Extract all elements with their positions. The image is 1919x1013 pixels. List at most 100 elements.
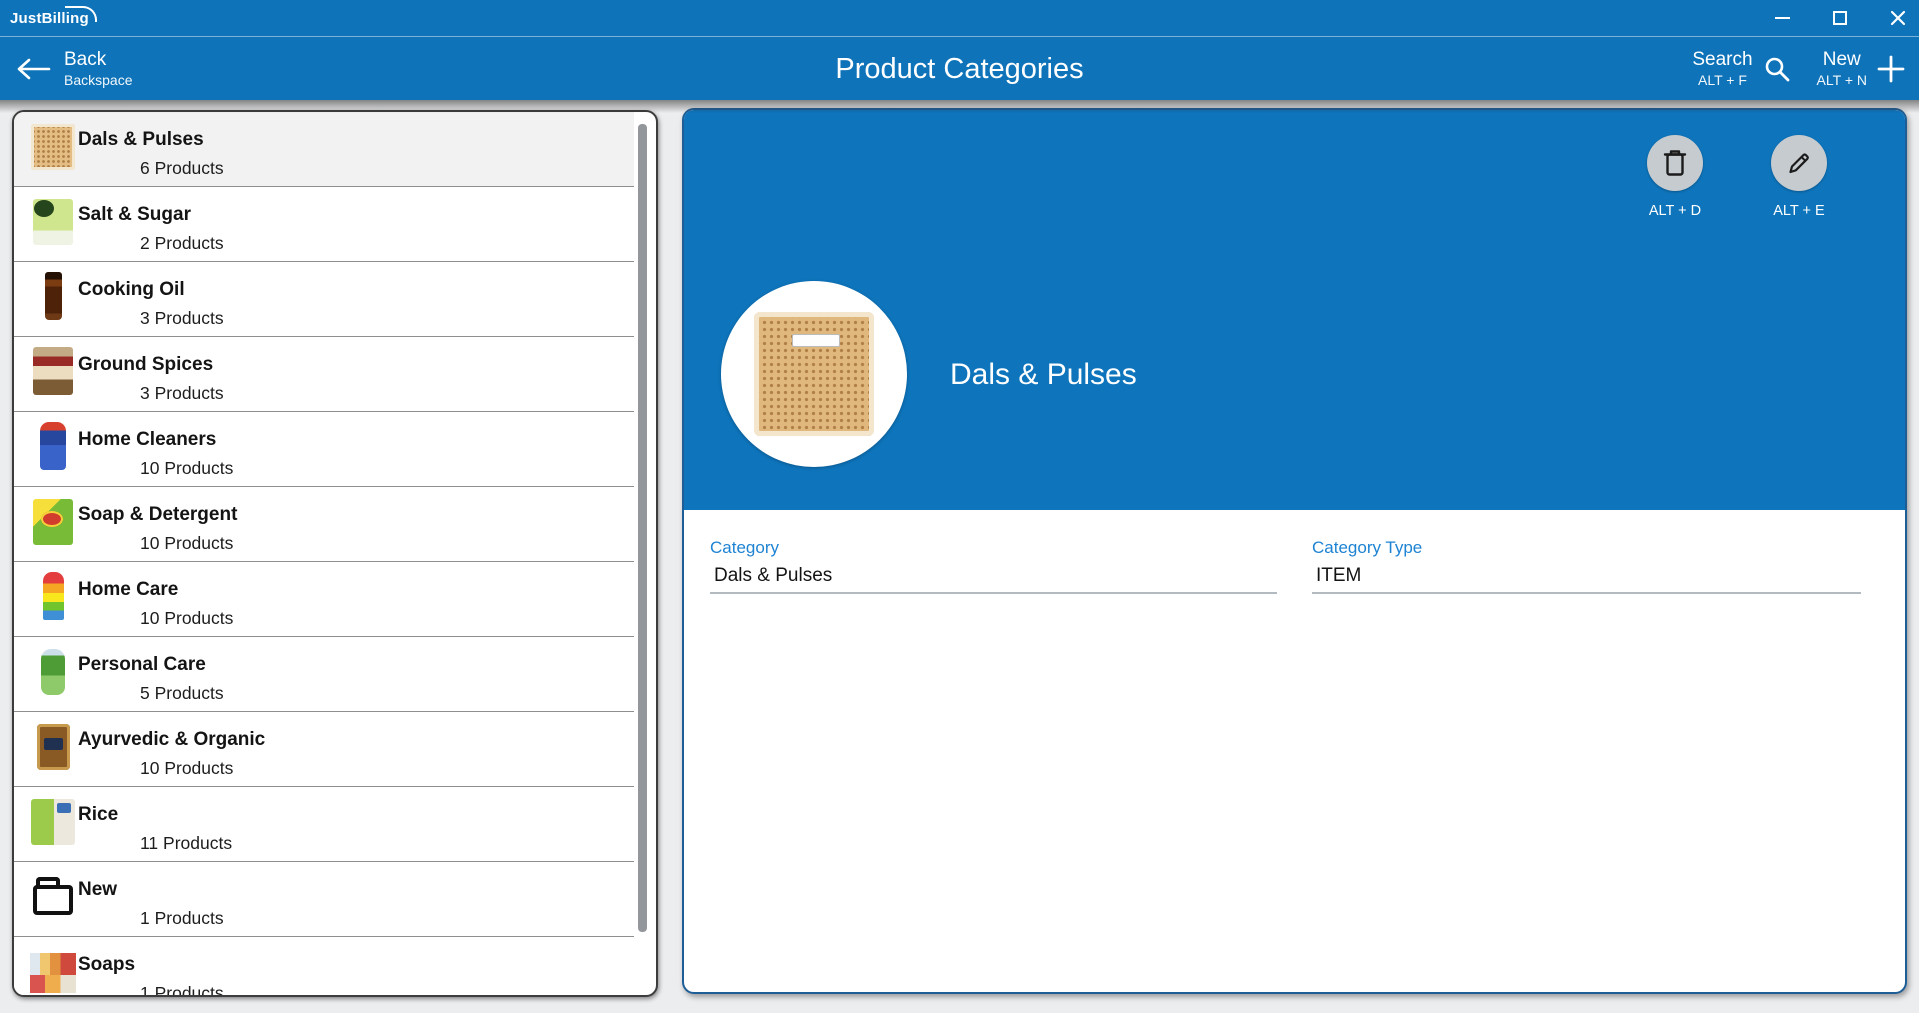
search-button[interactable]: Search ALT + F [1692,49,1790,89]
search-shortcut: ALT + F [1698,71,1747,89]
trash-icon [1661,148,1689,178]
window-titlebar: JustBilling [0,0,1919,36]
cooking-oil-icon [45,272,62,320]
category-count: 3 Products [140,383,224,403]
category-list-item-rice[interactable]: Rice 11 Products [14,787,634,862]
maximize-button[interactable] [1825,3,1855,33]
ayurvedic-icon [37,724,70,770]
category-list-item-ayurvedic[interactable]: Ayurvedic & Organic 10 Products [14,712,634,787]
back-label: Back [64,49,132,71]
category-count: 10 Products [140,758,265,778]
category-name: Salt & Sugar [78,204,224,226]
dals-bag-image [754,312,874,436]
category-list-item-home-cleaners[interactable]: Home Cleaners 10 Products [14,412,634,487]
search-label: Search [1692,49,1752,71]
delete-shortcut: ALT + D [1649,203,1701,219]
page-title: Product Categories [0,37,1919,101]
home-cleaners-icon [40,422,66,470]
app-logo: JustBilling [10,10,99,27]
category-name: Dals & Pulses [78,129,224,151]
header-shadow [0,100,1919,113]
category-list-item-salt-sugar[interactable]: Salt & Sugar 2 Products [14,187,634,262]
category-name: Rice [78,804,232,826]
minimize-button[interactable] [1767,3,1797,33]
category-list-item-ground-spices[interactable]: Ground Spices 3 Products [14,337,634,412]
close-icon [1889,9,1907,27]
category-count: 10 Products [140,533,237,553]
category-count: 11 Products [140,833,232,853]
category-name: Soap & Detergent [78,504,237,526]
close-button[interactable] [1883,3,1913,33]
home-care-icon [43,572,64,620]
category-thumbnail [30,122,76,182]
category-list-item-new-folder[interactable]: New 1 Products [14,862,634,937]
category-thumbnail [30,797,76,857]
nav-bar: Back Backspace Product Categories Search… [0,36,1919,100]
search-icon [1763,55,1791,83]
category-count: 2 Products [140,233,224,253]
pencil-icon [1785,149,1813,177]
ground-spices-icon [33,347,73,395]
category-list-item-soaps[interactable]: Soaps 1 Products [14,937,634,997]
new-shortcut: ALT + N [1817,71,1867,89]
category-thumbnail [30,272,76,332]
category-list-item-personal-care[interactable]: Personal Care 5 Products [14,637,634,712]
edit-shortcut: ALT + E [1773,203,1824,219]
category-count: 6 Products [140,158,224,178]
category-name: Cooking Oil [78,279,224,301]
maximize-icon [1833,11,1847,25]
edit-button[interactable]: ALT + E [1756,135,1842,219]
category-type-field-underline [1312,592,1861,594]
rice-icon [31,799,75,845]
category-count: 5 Products [140,683,224,703]
category-thumbnail [30,347,76,407]
category-count: 3 Products [140,308,224,328]
category-thumbnail [30,422,76,482]
category-list-panel: Dals & Pulses 6 Products Salt & Sugar 2 … [12,110,658,997]
category-detail-panel: ALT + D ALT + E Dals & Pulses Category D… [682,108,1907,994]
soap-detergent-icon [33,499,73,545]
new-label: New [1823,49,1861,71]
back-shortcut: Backspace [64,71,132,89]
category-thumbnail [30,197,76,257]
back-arrow-icon [16,56,52,82]
category-list-item-home-care[interactable]: Home Care 10 Products [14,562,634,637]
detail-title: Dals & Pulses [950,358,1137,392]
category-list-item-dals[interactable]: Dals & Pulses 6 Products [14,112,634,187]
category-count: 10 Products [140,458,233,478]
category-thumbnail [30,722,76,782]
category-count: 1 Products [140,983,224,997]
category-list-item-cooking-oil[interactable]: Cooking Oil 3 Products [14,262,634,337]
minimize-icon [1775,17,1790,19]
category-list-item-soap-detergent[interactable]: Soap & Detergent 10 Products [14,487,634,562]
personal-care-icon [41,649,65,695]
back-button[interactable]: Back Backspace [16,37,132,101]
category-name: Home Cleaners [78,429,233,451]
delete-button[interactable]: ALT + D [1632,135,1718,219]
category-count: 10 Products [140,608,233,628]
category-thumbnail [30,572,76,632]
category-name: New [78,879,224,901]
category-image [721,281,907,467]
category-list: Dals & Pulses 6 Products Salt & Sugar 2 … [14,112,634,997]
salt-sugar-icon [33,199,73,245]
category-name: Soaps [78,954,224,976]
plus-icon [1877,55,1905,83]
category-thumbnail [30,947,76,997]
category-field-label: Category [710,538,1277,558]
soaps-icon [30,953,76,993]
dals-icon [31,124,75,170]
category-type-field-value[interactable]: ITEM [1312,564,1861,588]
app-header: JustBilling Back Backspace Product Categ… [0,0,1919,100]
window-controls [1739,0,1913,36]
list-scrollbar[interactable] [638,124,647,932]
category-name: Home Care [78,579,233,601]
category-name: Personal Care [78,654,224,676]
category-field-underline [710,592,1277,594]
new-folder-icon [33,885,73,915]
category-field-value[interactable]: Dals & Pulses [710,564,1277,588]
category-thumbnail [30,497,76,557]
new-button[interactable]: New ALT + N [1817,49,1905,89]
category-type-field-label: Category Type [1312,538,1861,558]
category-thumbnail [30,872,76,932]
